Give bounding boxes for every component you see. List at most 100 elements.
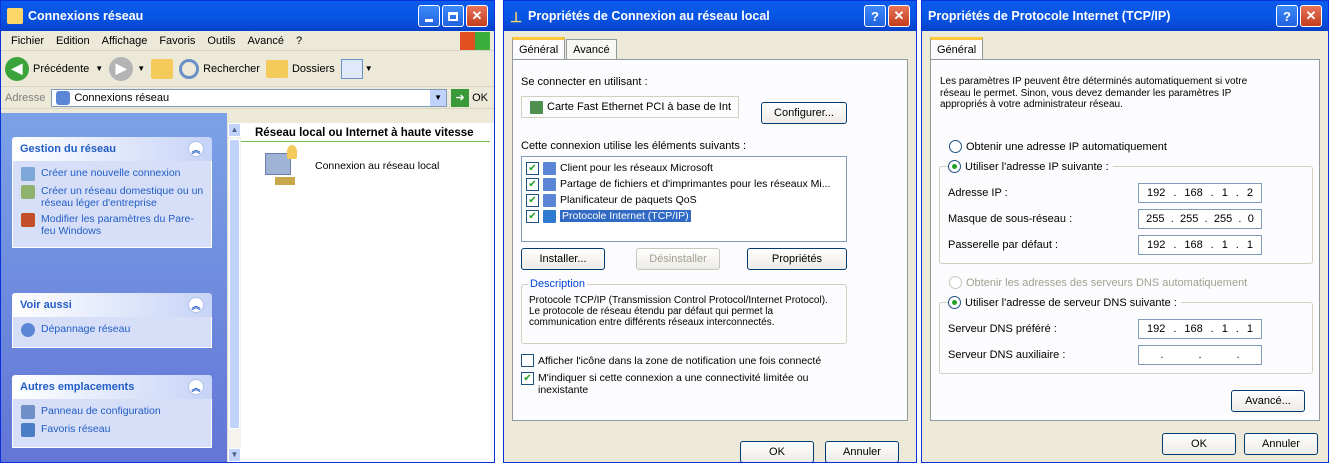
notify-option[interactable]: Afficher l'icône dans la zone de notific…	[521, 354, 851, 367]
ip-octet: 0	[1247, 213, 1254, 225]
notify-checkbox[interactable]	[521, 354, 534, 367]
lan-connection-item[interactable]: Connexion au réseau local	[261, 143, 439, 189]
up-folder-button[interactable]	[151, 58, 174, 79]
vertical-scrollbar[interactable]: ▲ ▼	[227, 123, 241, 462]
minimize-button[interactable]	[418, 5, 440, 27]
advanced-button[interactable]: Avancé...	[1231, 390, 1305, 412]
manual-ip-option[interactable]: Utiliser l'adresse IP suivante :	[948, 160, 1113, 173]
back-button[interactable]: ◀ Précédente ▼	[5, 56, 103, 81]
ip-address-input[interactable]: 192. 168. 1. 2	[1138, 183, 1262, 203]
explorer-titlebar[interactable]: Connexions réseau ✕	[1, 1, 494, 31]
menu-bar: Fichier Edition Affichage Favoris Outils…	[1, 31, 494, 51]
go-button[interactable]: ➜	[451, 88, 470, 107]
go-label[interactable]: OK	[472, 92, 488, 104]
checkbox[interactable]: ✔	[526, 193, 539, 207]
cancel-button[interactable]: Annuler	[825, 441, 899, 462]
checkbox[interactable]: ✔	[526, 161, 539, 175]
home-network-icon	[21, 185, 35, 199]
list-item[interactable]: ✔ Partage de fichiers et d'imprimantes po…	[522, 176, 846, 192]
dropdown-arrow-icon[interactable]: ▼	[95, 64, 103, 73]
list-item[interactable]: ✔ Client pour les réseaux Microsoft	[522, 160, 846, 176]
tab-advanced[interactable]: Avancé	[566, 39, 617, 59]
panel-title: Gestion du réseau	[20, 143, 116, 155]
collapse-icon[interactable]: ︽	[188, 297, 204, 313]
close-button[interactable]: ✕	[1300, 5, 1322, 27]
ip-octet: 192	[1146, 323, 1166, 335]
scroll-down-icon[interactable]: ▼	[228, 448, 241, 462]
item-label: Partage de fichiers et d'imprimantes pou…	[560, 178, 831, 190]
collapse-icon[interactable]: ︽	[188, 141, 204, 157]
list-item-selected[interactable]: ✔ Protocole Internet (TCP/IP)	[522, 208, 846, 224]
gateway-label: Passerelle par défaut :	[948, 239, 1059, 251]
configure-button[interactable]: Configurer...	[761, 102, 847, 124]
close-button[interactable]: ✕	[888, 5, 910, 27]
close-icon: ✕	[471, 8, 483, 23]
firewall-settings-link[interactable]: Modifier les paramètres du Pare-feu Wind…	[21, 213, 205, 237]
tab-general[interactable]: Général	[930, 37, 984, 59]
create-home-network-link[interactable]: Créer un réseau domestique ou un réseau …	[21, 185, 205, 209]
limited-connectivity-checkbox[interactable]: ✔	[521, 372, 534, 385]
preferred-dns-input[interactable]: 192. 168. 1. 1	[1138, 319, 1262, 339]
auto-ip-option[interactable]: Obtenir une adresse IP automatiquement	[949, 140, 1167, 153]
scroll-thumb[interactable]	[229, 139, 240, 429]
address-dropdown-icon[interactable]: ▼	[430, 89, 447, 106]
alternate-dns-input[interactable]: ...	[1138, 345, 1262, 365]
network-icon	[56, 90, 71, 105]
create-connection-link[interactable]: Créer une nouvelle connexion	[21, 167, 205, 181]
checkbox[interactable]: ✔	[526, 209, 539, 223]
cancel-button[interactable]: Annuler	[1244, 433, 1318, 455]
address-input[interactable]: Connexions réseau ▼	[51, 88, 448, 107]
subnet-mask-input[interactable]: 255. 255. 255. 0	[1138, 209, 1262, 229]
manual-ip-radio[interactable]	[948, 160, 961, 173]
panel-body: Panneau de configuration Favoris réseau	[12, 399, 212, 448]
panel-header[interactable]: Autres emplacements ︽	[12, 375, 212, 399]
troubleshoot-link[interactable]: Dépannage réseau	[21, 323, 205, 337]
list-item[interactable]: ✔ Planificateur de paquets QoS	[522, 192, 846, 208]
elements-list[interactable]: ✔ Client pour les réseaux Microsoft ✔ Part…	[521, 156, 847, 242]
manual-dns-radio[interactable]	[948, 296, 961, 309]
dialog-titlebar[interactable]: Propriétés de Protocole Internet (TCP/IP…	[922, 1, 1328, 31]
menu-view[interactable]: Affichage	[102, 35, 148, 47]
help-button[interactable]: ?	[1276, 5, 1298, 27]
explorer-window: Connexions réseau ✕ Fichier Edition Affi…	[0, 0, 495, 463]
gateway-input[interactable]: 192. 168. 1. 1	[1138, 235, 1262, 255]
panel-header[interactable]: Voir aussi ︽	[12, 293, 212, 317]
forward-button[interactable]: ▶ ▼	[109, 56, 145, 81]
manual-ip-label: Utiliser l'adresse IP suivante :	[965, 160, 1109, 173]
network-places-link[interactable]: Favoris réseau	[21, 423, 205, 437]
install-button[interactable]: Installer...	[521, 248, 605, 270]
menu-edit[interactable]: Edition	[56, 35, 90, 47]
views-button[interactable]: ▼	[340, 58, 373, 79]
menu-file[interactable]: Fichier	[11, 35, 44, 47]
manual-dns-option[interactable]: Utiliser l'adresse de serveur DNS suivan…	[948, 296, 1181, 309]
close-button[interactable]: ✕	[466, 5, 488, 27]
tab-general[interactable]: Général	[512, 37, 566, 59]
ok-button[interactable]: OK	[740, 441, 814, 462]
collapse-icon[interactable]: ︽	[188, 379, 204, 395]
scroll-up-icon[interactable]: ▲	[228, 123, 241, 137]
dropdown-arrow-icon[interactable]: ▼	[365, 64, 373, 73]
folders-button[interactable]: Dossiers	[265, 59, 335, 78]
checkbox[interactable]: ✔	[526, 177, 539, 191]
panel-header[interactable]: Gestion du réseau ︽	[12, 137, 212, 161]
dropdown-arrow-icon[interactable]: ▼	[137, 64, 145, 73]
menu-favorites[interactable]: Favoris	[159, 35, 195, 47]
search-button[interactable]: Rechercher	[179, 58, 260, 79]
menu-tools[interactable]: Outils	[207, 35, 235, 47]
menu-help[interactable]: ?	[296, 35, 302, 47]
maximize-button[interactable]	[442, 5, 464, 27]
menu-advanced[interactable]: Avancé	[248, 35, 285, 47]
auto-ip-radio[interactable]	[949, 140, 962, 153]
properties-button[interactable]: Propriétés	[747, 248, 847, 270]
dialog-titlebar[interactable]: ⊥ Propriétés de Connexion au réseau loca…	[504, 1, 916, 31]
limited-connectivity-option[interactable]: ✔ M'indiquer si cette connexion a une co…	[521, 372, 831, 396]
ip-separator: .	[1160, 349, 1164, 361]
auto-ip-label: Obtenir une adresse IP automatiquement	[966, 140, 1167, 153]
ip-octet: 192	[1146, 239, 1166, 251]
control-panel-link[interactable]: Panneau de configuration	[21, 405, 205, 419]
dialog-title: Propriétés de Protocole Internet (TCP/IP…	[928, 9, 1171, 23]
sharing-icon	[543, 177, 556, 191]
ok-button[interactable]: OK	[1162, 433, 1236, 455]
network-places-icon	[21, 423, 35, 437]
help-button[interactable]: ?	[864, 5, 886, 27]
